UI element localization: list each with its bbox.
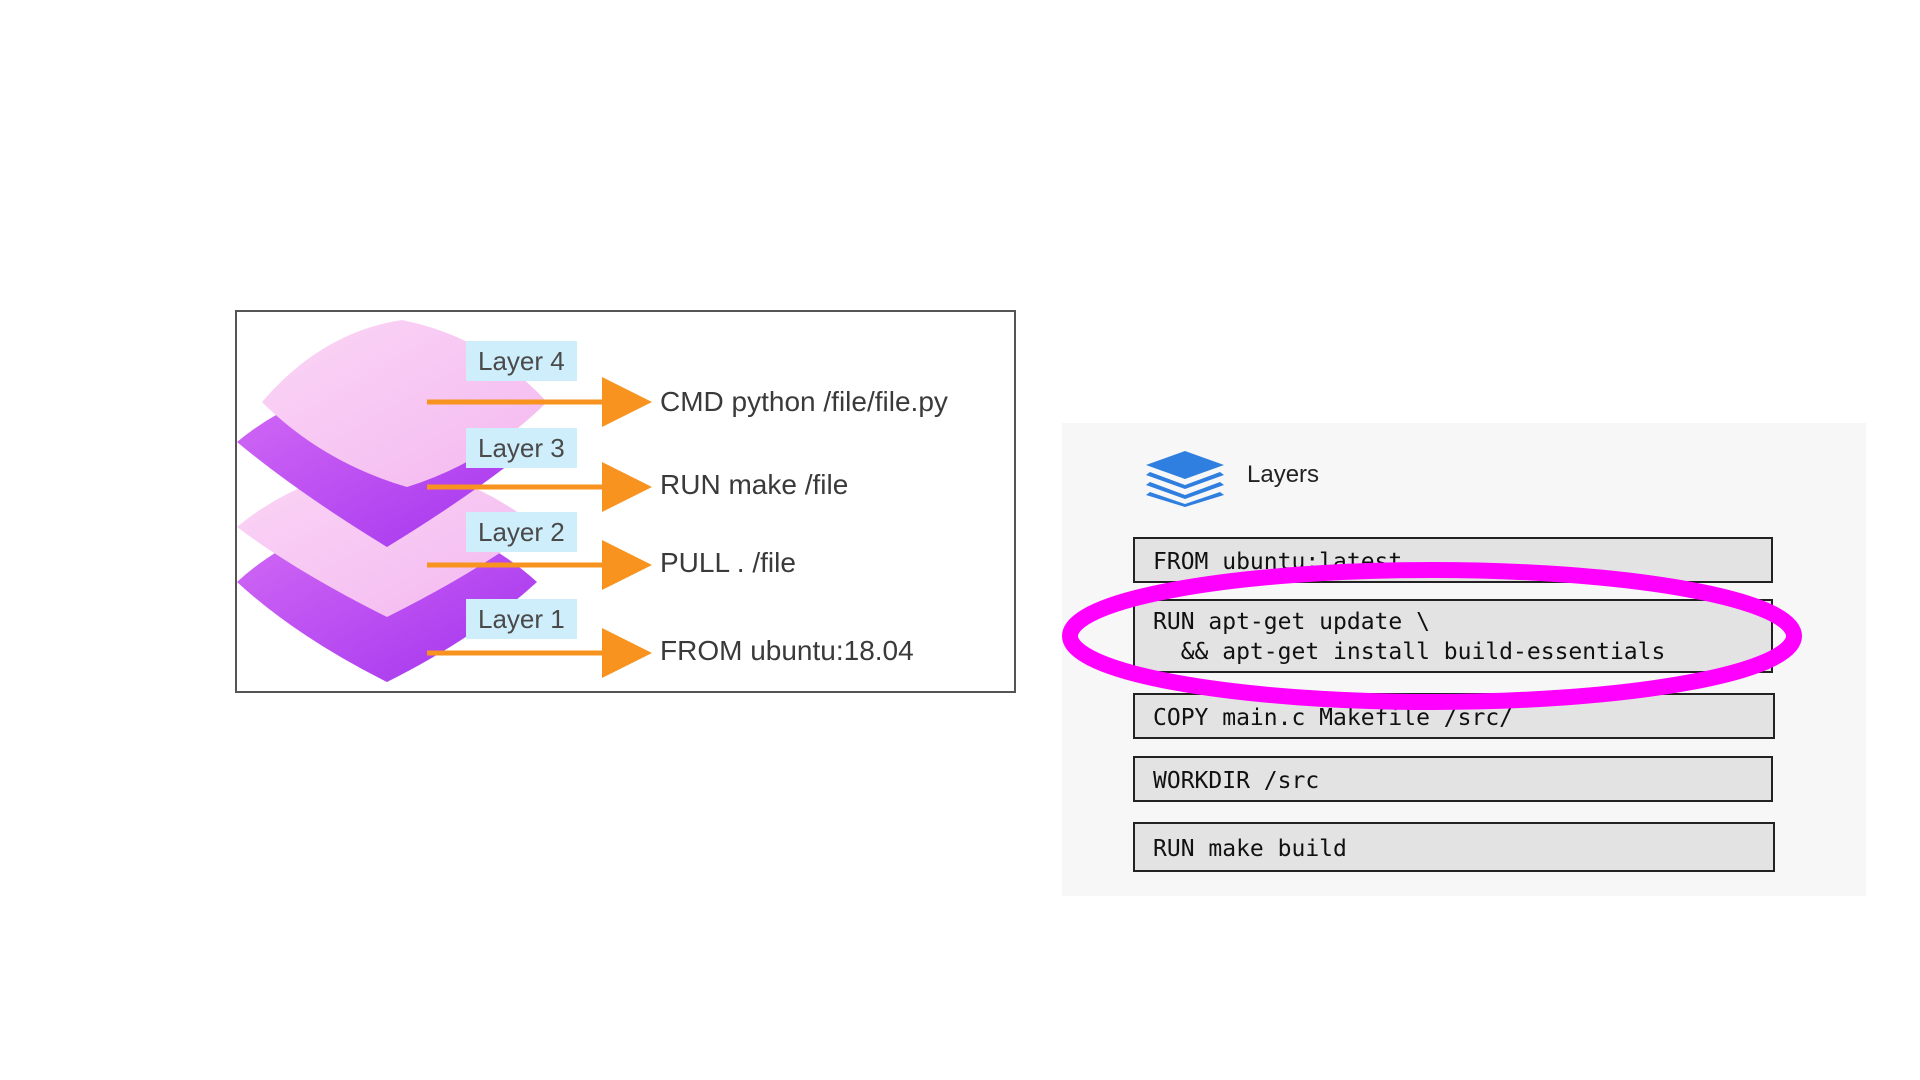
layer-2-tag: Layer 2 [466, 512, 577, 552]
layer-1-command: FROM ubuntu:18.04 [660, 635, 914, 666]
dockerfile-layers-panel: Layers FROM ubuntu:latest RUN apt-get up… [1062, 423, 1866, 896]
dockerfile-line-from: FROM ubuntu:latest [1133, 537, 1773, 583]
dockerfile-line-workdir: WORKDIR /src [1133, 756, 1773, 802]
layer-3-command: RUN make /file [660, 469, 849, 500]
dockerfile-line-run-apt: RUN apt-get update \ && apt-get install … [1133, 599, 1773, 673]
layers-title: Layers [1247, 461, 1320, 488]
layer-3-tag: Layer 3 [466, 428, 577, 468]
dockerfile-line-run-make: RUN make build [1133, 822, 1775, 872]
layers-stack-icon [1146, 451, 1224, 507]
layer-4-tag: Layer 4 [466, 341, 577, 381]
layer-1-tag: Layer 1 [466, 599, 577, 639]
dockerfile-line-copy: COPY main.c Makefile /src/ [1133, 693, 1775, 739]
layer-4-command: CMD python /file/file.py [660, 386, 948, 417]
layer-2-command: PULL . /file [660, 547, 796, 578]
layer-stack-figure: Layer 4 Layer 3 Layer 2 Layer 1 CMD pyth… [235, 310, 1016, 693]
